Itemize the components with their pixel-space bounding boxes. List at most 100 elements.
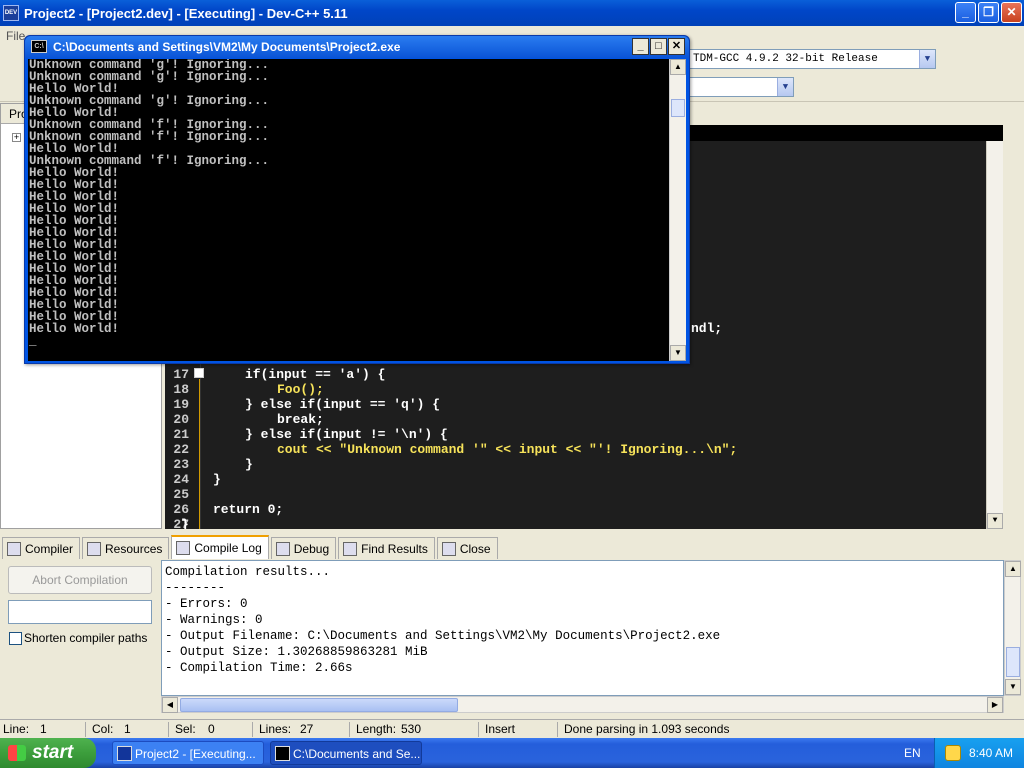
windows-taskbar: start Project2 - [Executing... C:\Docume…: [0, 738, 1024, 768]
tab-resources[interactable]: Resources: [82, 537, 170, 559]
close-icon[interactable]: ✕: [1001, 2, 1022, 23]
chevron-down-icon[interactable]: ▼: [777, 78, 793, 96]
status-separator: [557, 722, 558, 737]
tab-compile-log[interactable]: Compile Log: [171, 535, 269, 559]
status-line-value: 1: [40, 722, 47, 736]
tab-compiler[interactable]: Compiler: [2, 537, 81, 559]
console-maximize-icon[interactable]: □: [650, 38, 667, 55]
compiler-icon: [7, 541, 21, 556]
status-separator: [252, 722, 253, 737]
console-icon: C:\: [31, 40, 47, 53]
editor-vertical-scrollbar[interactable]: ▼: [986, 141, 1003, 529]
class-select[interactable]: ▼: [688, 77, 794, 97]
compile-progress-field[interactable]: [8, 600, 152, 624]
taskbar-item-console-label: C:\Documents and Se...: [293, 747, 421, 761]
shorten-paths-checkbox[interactable]: [9, 632, 22, 645]
code-line: 26 return 0;: [165, 502, 1003, 517]
line-number: 17: [173, 367, 189, 382]
line-number: 20: [173, 412, 189, 427]
statusbar: Line: 1 Col: 1 Sel: 0 Lines: 27 Length: …: [0, 719, 1024, 738]
line-number: 18: [173, 382, 189, 397]
scroll-down-icon[interactable]: ▼: [987, 513, 1003, 529]
code-line: 23}: [165, 457, 1003, 472]
console-titlebar[interactable]: C:\ C:\Documents and Settings\VM2\My Doc…: [25, 36, 689, 58]
status-lines-value: 27: [300, 722, 314, 736]
status-lines-label: Lines:: [259, 722, 292, 736]
menu-file[interactable]: File: [6, 29, 25, 43]
main-titlebar[interactable]: DEV Project2 - [Project2.dev] - [Executi…: [0, 0, 1024, 26]
compiler-select[interactable]: TDM-GCC 4.9.2 32-bit Release ▼: [688, 49, 936, 69]
line-number: 24: [173, 472, 189, 487]
code-line: 27}: [165, 517, 1003, 529]
taskbar-item-console[interactable]: C:\Documents and Se...: [270, 741, 422, 765]
console-title: C:\Documents and Settings\VM2\My Documen…: [53, 40, 401, 54]
tab-debug[interactable]: Debug: [270, 537, 337, 559]
devcpp-taskbar-icon: [117, 746, 132, 761]
console-output[interactable]: Unknown command 'g'! Ignoring... Unknown…: [28, 59, 669, 361]
log-horizontal-scrollbar[interactable]: ◀ ▶: [161, 696, 1004, 713]
scroll-down-icon[interactable]: ▼: [1005, 679, 1021, 695]
devcpp-app-icon: DEV: [3, 5, 19, 21]
status-col-label: Col:: [92, 722, 114, 736]
start-button[interactable]: start: [0, 738, 96, 768]
scroll-up-icon[interactable]: ▲: [1005, 561, 1021, 577]
log-vertical-scrollbar[interactable]: ▲ ▼: [1004, 560, 1021, 696]
code-text: Foo();: [277, 382, 324, 397]
log-scroll-thumb[interactable]: [1006, 647, 1020, 677]
console-window-controls: _ □ ✕: [632, 38, 685, 55]
console-window[interactable]: C:\ C:\Documents and Settings\VM2\My Doc…: [24, 35, 690, 364]
console-close-icon[interactable]: ✕: [668, 38, 685, 55]
compile-controls: Abort Compilation Shorten compiler paths: [0, 560, 160, 720]
console-minimize-icon[interactable]: _: [632, 38, 649, 55]
clock[interactable]: 8:40 AM: [969, 738, 1013, 768]
scroll-right-icon[interactable]: ▶: [987, 697, 1003, 713]
code-line: 22 cout << "Unknown command '" << input <…: [165, 442, 1003, 457]
minimize-icon[interactable]: _: [955, 2, 976, 23]
code-text: break;: [277, 412, 324, 427]
tab-label: Resources: [105, 541, 163, 556]
code-line: 25: [165, 487, 1003, 502]
console-scroll-thumb[interactable]: [671, 99, 685, 117]
tab-find-results[interactable]: Find Results: [338, 537, 435, 559]
tray-network-icon[interactable]: [945, 745, 961, 761]
code-line: 21} else if(input != '\n') {: [165, 427, 1003, 442]
tree-expand-icon[interactable]: +: [12, 133, 21, 142]
system-tray: 8:40 AM: [934, 738, 1024, 768]
status-separator: [478, 722, 479, 737]
status-sel-value: 0: [208, 722, 215, 736]
tab-label: Find Results: [361, 541, 428, 556]
status-col-value: 1: [124, 722, 131, 736]
close-tab-icon: [441, 541, 456, 556]
taskbar-item-devcpp-label: Project2 - [Executing...: [135, 747, 256, 761]
code-text: } else if(input != '\n') {: [245, 427, 448, 442]
abort-compilation-button[interactable]: Abort Compilation: [8, 566, 152, 594]
windows-logo-icon: [8, 745, 26, 761]
console-vertical-scrollbar[interactable]: ▲ ▼: [669, 59, 686, 361]
code-line: 19} else if(input == 'q') {: [165, 397, 1003, 412]
chevron-down-icon[interactable]: ▼: [919, 50, 935, 68]
console-taskbar-icon: [275, 746, 290, 761]
language-indicator[interactable]: EN: [904, 738, 921, 768]
code-text: }: [213, 472, 221, 487]
code-text: }: [245, 457, 253, 472]
debug-icon: [275, 541, 290, 556]
restore-icon[interactable]: ❐: [978, 2, 999, 23]
tab-label: Compile Log: [194, 541, 262, 555]
compile-log-output[interactable]: Compilation results... -------- - Errors…: [161, 560, 1004, 696]
window-controls: _ ❐ ✕: [955, 2, 1022, 23]
shorten-paths-label: Shorten compiler paths: [24, 631, 148, 645]
scroll-left-icon[interactable]: ◀: [162, 697, 178, 713]
tab-close[interactable]: Close: [436, 537, 498, 559]
start-label: start: [32, 742, 74, 763]
tab-label: Close: [459, 541, 491, 556]
scroll-down-icon[interactable]: ▼: [670, 345, 686, 361]
taskbar-item-devcpp[interactable]: Project2 - [Executing...: [112, 741, 264, 765]
log-hscroll-thumb[interactable]: [180, 698, 458, 712]
status-mode: Insert: [485, 722, 516, 736]
line-number: 22: [173, 442, 189, 457]
scroll-up-icon[interactable]: ▲: [670, 59, 686, 75]
compile-log-icon: [176, 541, 191, 555]
status-length-value: 530: [401, 722, 422, 736]
code-line: 24}: [165, 472, 1003, 487]
status-message: Done parsing in 1.093 seconds: [564, 722, 730, 736]
